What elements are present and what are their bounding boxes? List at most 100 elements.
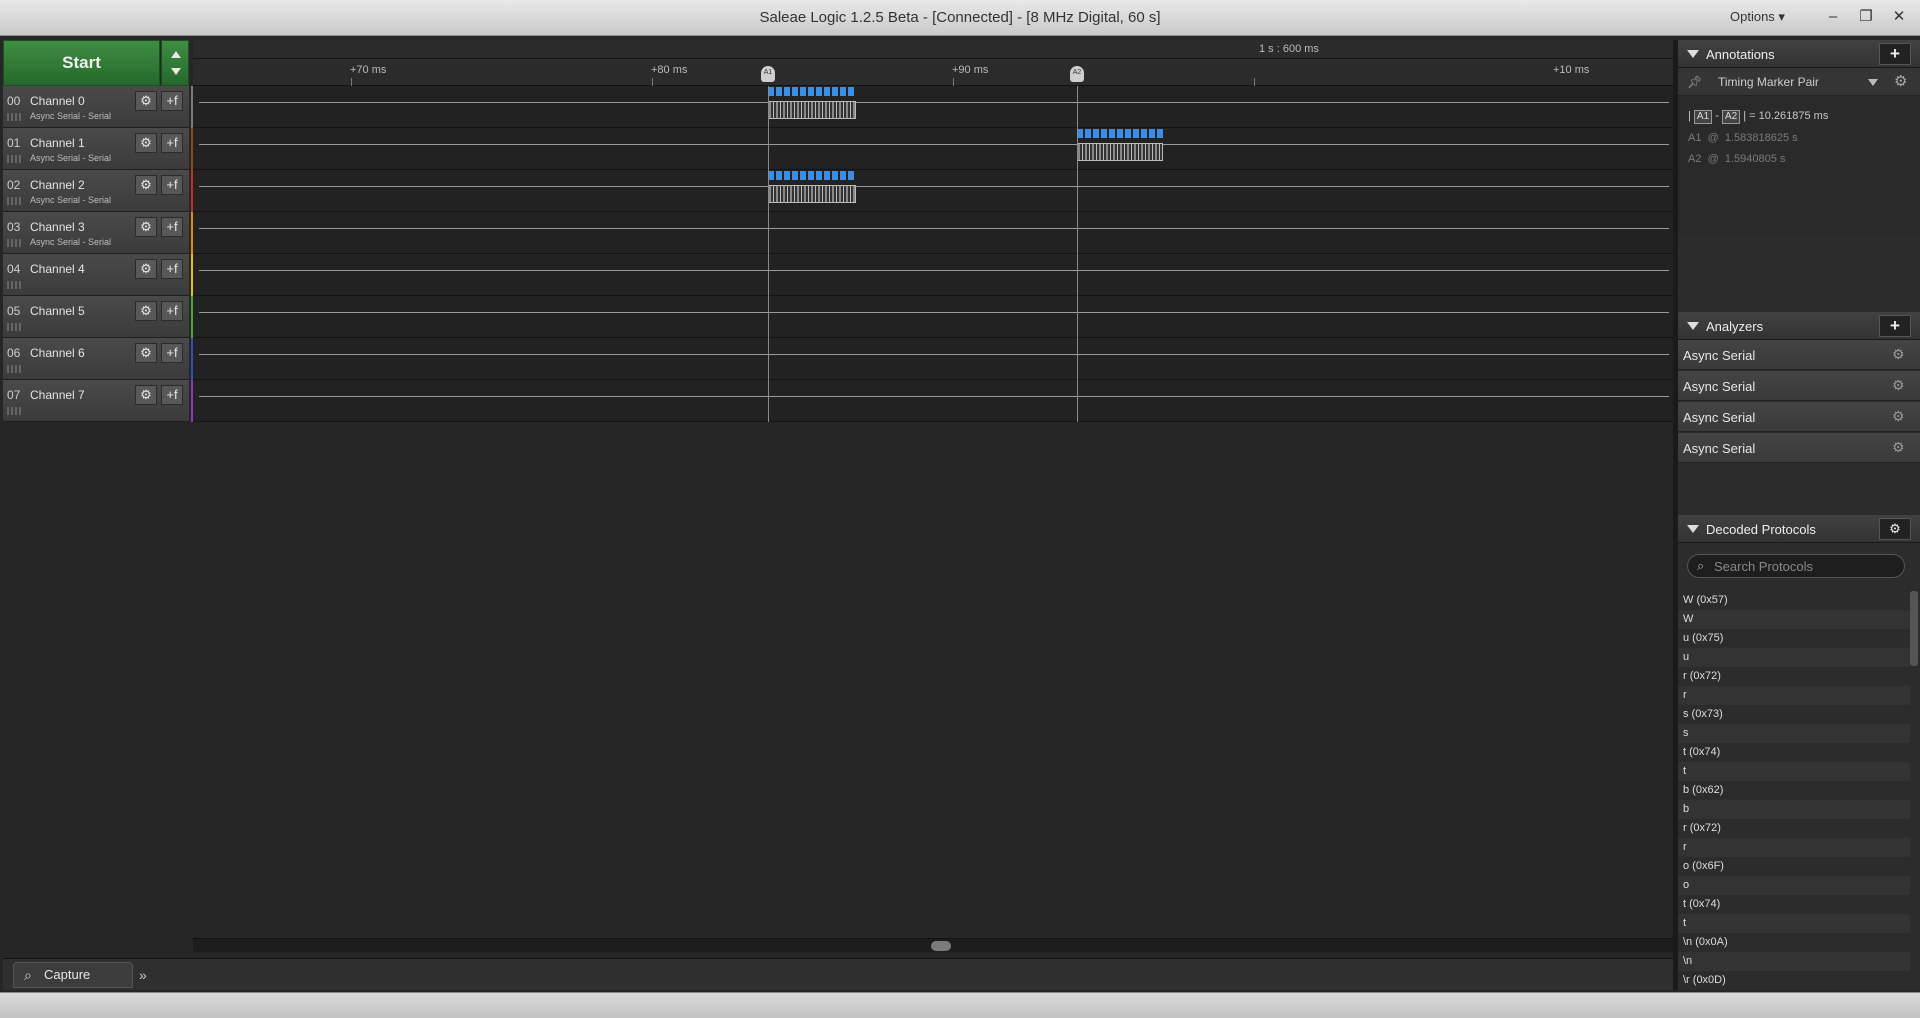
channel-settings-gear-icon[interactable]: ⚙ bbox=[135, 259, 157, 279]
channel-row[interactable]: 05 Channel 5 ⚙ +f bbox=[3, 296, 189, 338]
protocol-row[interactable]: b (0x62) bbox=[1678, 781, 1910, 800]
drag-handle-icon[interactable] bbox=[7, 155, 21, 163]
drag-handle-icon[interactable] bbox=[7, 239, 21, 247]
marker-a1-flag[interactable]: A1 bbox=[761, 66, 775, 82]
marker-a1-line[interactable] bbox=[768, 86, 769, 422]
arrow-up-icon[interactable] bbox=[171, 51, 181, 58]
channel-trigger-icon[interactable]: +f bbox=[161, 385, 183, 405]
channel-settings-gear-icon[interactable]: ⚙ bbox=[135, 175, 157, 195]
marker-a2-line[interactable] bbox=[1077, 86, 1078, 422]
channel-trigger-icon[interactable]: +f bbox=[161, 217, 183, 237]
protocol-row[interactable]: b bbox=[1678, 800, 1910, 819]
protocol-row[interactable]: r (0x72) bbox=[1678, 667, 1910, 686]
analyzer-gear-icon[interactable]: ⚙ bbox=[1892, 439, 1905, 456]
add-analyzer-button[interactable]: + bbox=[1879, 315, 1911, 337]
channel-row[interactable]: 03 Channel 3 Async Serial - Serial ⚙ +f bbox=[3, 212, 189, 254]
analyzer-item[interactable]: Async Serial ⚙ bbox=[1678, 402, 1920, 432]
protocol-row[interactable]: t bbox=[1678, 914, 1910, 933]
protocol-row[interactable]: \n (0x0A) bbox=[1678, 933, 1910, 952]
decoded-protocols-header[interactable]: Decoded Protocols ⚙ bbox=[1678, 515, 1920, 543]
arrow-down-icon[interactable] bbox=[171, 68, 181, 75]
channel-name[interactable]: Channel 7 bbox=[30, 388, 85, 402]
channel-name[interactable]: Channel 3 bbox=[30, 220, 85, 234]
minimize-icon[interactable]: – bbox=[1818, 5, 1848, 29]
analyzer-gear-icon[interactable]: ⚙ bbox=[1892, 377, 1905, 394]
add-annotation-button[interactable]: + bbox=[1879, 43, 1911, 65]
drag-handle-icon[interactable] bbox=[7, 407, 21, 415]
analyzers-header[interactable]: Analyzers + bbox=[1678, 312, 1920, 340]
protocol-row[interactable]: r bbox=[1678, 838, 1910, 857]
protocol-row[interactable]: W bbox=[1678, 610, 1910, 629]
waveform-view[interactable] bbox=[193, 86, 1673, 422]
channel-trigger-icon[interactable]: +f bbox=[161, 301, 183, 321]
channel-name[interactable]: Channel 4 bbox=[30, 262, 85, 276]
channel-settings-gear-icon[interactable]: ⚙ bbox=[135, 301, 157, 321]
channel-trigger-icon[interactable]: +f bbox=[161, 175, 183, 195]
channel-settings-gear-icon[interactable]: ⚙ bbox=[135, 217, 157, 237]
search-input[interactable] bbox=[1714, 558, 1899, 574]
drag-handle-icon[interactable] bbox=[7, 197, 21, 205]
collapse-triangle-icon[interactable] bbox=[1687, 50, 1699, 58]
protocol-row[interactable]: s bbox=[1678, 724, 1910, 743]
decoded-settings-gear-icon[interactable]: ⚙ bbox=[1879, 518, 1911, 540]
protocol-row[interactable]: \r (0x0D) bbox=[1678, 971, 1910, 990]
protocol-row[interactable]: r (0x72) bbox=[1678, 819, 1910, 838]
close-icon[interactable]: ✕ bbox=[1884, 5, 1914, 29]
channel-row[interactable]: 02 Channel 2 Async Serial - Serial ⚙ +f bbox=[3, 170, 189, 212]
protocol-row[interactable]: W (0x57) bbox=[1678, 591, 1910, 610]
analyzer-gear-icon[interactable]: ⚙ bbox=[1892, 346, 1905, 363]
timeline-ruler[interactable]: 1 s : 600 ms +70 ms +80 ms +90 ms +10 ms… bbox=[193, 40, 1673, 86]
channel-trigger-icon[interactable]: +f bbox=[161, 91, 183, 111]
decoded-protocols-list[interactable]: W (0x57) Wu (0x75) u r (0x72) r s (0x73) s t (0… bbox=[1678, 591, 1920, 990]
decoded-packet[interactable] bbox=[768, 87, 856, 119]
horizontal-scrollbar[interactable] bbox=[193, 938, 1673, 952]
protocol-row[interactable]: s (0x73) bbox=[1678, 705, 1910, 724]
channel-name[interactable]: Channel 6 bbox=[30, 346, 85, 360]
scrollbar-thumb[interactable] bbox=[931, 941, 951, 951]
protocol-row[interactable]: t (0x74) bbox=[1678, 895, 1910, 914]
collapse-triangle-icon[interactable] bbox=[1687, 322, 1699, 330]
channel-settings-gear-icon[interactable]: ⚙ bbox=[135, 385, 157, 405]
protocol-row[interactable]: o bbox=[1678, 876, 1910, 895]
channel-name[interactable]: Channel 0 bbox=[30, 94, 85, 108]
channel-row[interactable]: 00 Channel 0 Async Serial - Serial ⚙ +f bbox=[3, 86, 189, 128]
analyzer-item[interactable]: Async Serial ⚙ bbox=[1678, 371, 1920, 401]
search-protocols-box[interactable]: ⌕ bbox=[1687, 554, 1905, 578]
annotation-gear-icon[interactable]: ⚙ bbox=[1894, 72, 1907, 90]
channel-row[interactable]: 07 Channel 7 ⚙ +f bbox=[3, 380, 189, 422]
chevron-down-icon[interactable] bbox=[1868, 79, 1878, 86]
channel-trigger-icon[interactable]: +f bbox=[161, 259, 183, 279]
channel-trigger-icon[interactable]: +f bbox=[161, 343, 183, 363]
drag-handle-icon[interactable] bbox=[7, 365, 21, 373]
channel-settings-gear-icon[interactable]: ⚙ bbox=[135, 343, 157, 363]
protocol-row[interactable]: o (0x6F) bbox=[1678, 857, 1910, 876]
decoded-packet[interactable] bbox=[1077, 129, 1163, 161]
channel-settings-gear-icon[interactable]: ⚙ bbox=[135, 91, 157, 111]
drag-handle-icon[interactable] bbox=[7, 281, 21, 289]
channel-trigger-icon[interactable]: +f bbox=[161, 133, 183, 153]
options-menu-button[interactable]: Options ▾ bbox=[1730, 9, 1785, 25]
restore-icon[interactable]: ❐ bbox=[1851, 5, 1881, 29]
channel-row[interactable]: 04 Channel 4 ⚙ +f bbox=[3, 254, 189, 296]
marker-a2-flag[interactable]: A2 bbox=[1070, 66, 1084, 82]
protocol-row[interactable]: t bbox=[1678, 762, 1910, 781]
analyzer-item[interactable]: Async Serial ⚙ bbox=[1678, 433, 1920, 463]
protocols-scrollbar-thumb[interactable] bbox=[1910, 591, 1918, 666]
protocol-row[interactable]: r bbox=[1678, 686, 1910, 705]
drag-handle-icon[interactable] bbox=[7, 113, 21, 121]
start-capture-button[interactable]: Start bbox=[3, 40, 160, 86]
marker-pair-select[interactable]: 📌︎ Timing Marker Pair ⚙ bbox=[1678, 68, 1920, 96]
channel-row[interactable]: 06 Channel 6 ⚙ +f bbox=[3, 338, 189, 380]
protocol-row[interactable]: u bbox=[1678, 648, 1910, 667]
double-chevron-right-icon[interactable]: » bbox=[139, 967, 147, 983]
protocol-row[interactable]: \n bbox=[1678, 952, 1910, 971]
channel-name[interactable]: Channel 5 bbox=[30, 304, 85, 318]
channel-name[interactable]: Channel 2 bbox=[30, 178, 85, 192]
analyzer-gear-icon[interactable]: ⚙ bbox=[1892, 408, 1905, 425]
decoded-packet[interactable] bbox=[768, 171, 856, 203]
protocol-row[interactable]: u (0x75) bbox=[1678, 629, 1910, 648]
analyzer-item[interactable]: Async Serial ⚙ bbox=[1678, 340, 1920, 370]
tab-capture[interactable]: ⌕ Capture bbox=[13, 962, 133, 988]
annotations-header[interactable]: Annotations + bbox=[1678, 40, 1920, 68]
protocol-row[interactable]: t (0x74) bbox=[1678, 743, 1910, 762]
